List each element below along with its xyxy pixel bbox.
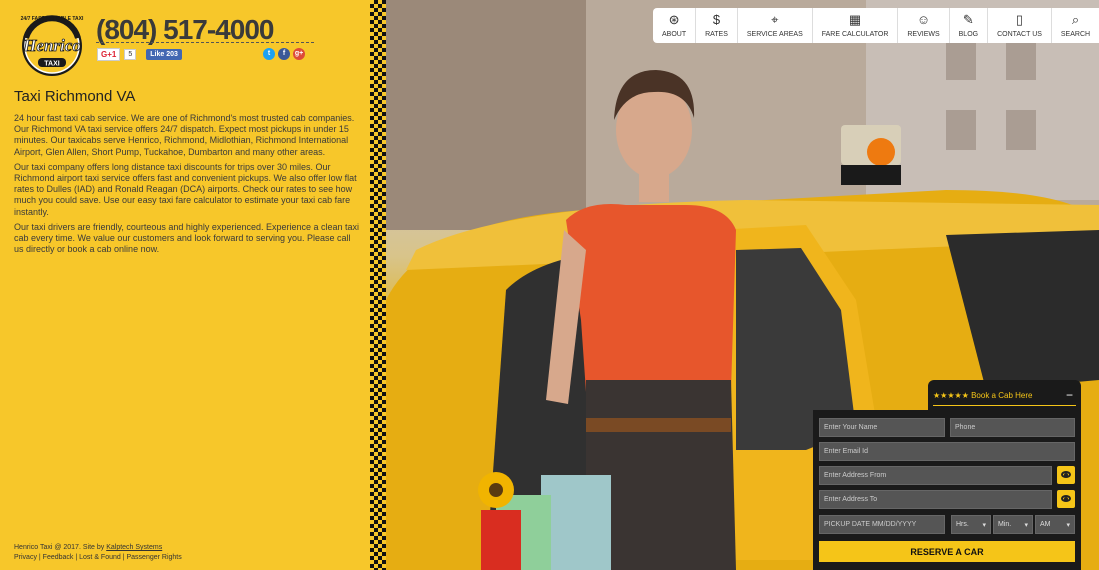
nav-label: SEARCH xyxy=(1060,31,1091,38)
nav-label: RATES xyxy=(705,31,728,38)
phone-field[interactable]: Phone xyxy=(950,418,1075,437)
book-cab-tab[interactable]: ★★★★★ Book a Cab Here − xyxy=(928,380,1081,410)
intro-text: 24 hour fast taxi cab service. We are on… xyxy=(14,113,359,259)
footer: Henrico Taxi @ 2017. Site by Kalptech Sy… xyxy=(14,544,182,561)
gplus-button[interactable]: G+1 xyxy=(97,48,121,61)
logo-sub: TAXI xyxy=(44,61,59,68)
reviews-icon: ☺ xyxy=(916,12,931,27)
address-from-field[interactable]: Enter Address From xyxy=(819,466,1052,485)
paragraph: 24 hour fast taxi cab service. We are on… xyxy=(14,113,355,157)
nav-item-blog[interactable]: ✎ BLOG xyxy=(950,8,989,43)
social-icons: t f g+ xyxy=(263,48,305,60)
map-pin-icon: ⌖ xyxy=(771,12,779,27)
tab-underline xyxy=(933,405,1076,406)
nav-item-rates[interactable]: $ RATES xyxy=(696,8,738,43)
left-panel: Henrico TAXI 24/7 FAST RELIABLE TAXI (80… xyxy=(0,0,370,570)
logo-tagline: 24/7 FAST RELIABLE TAXI xyxy=(21,16,84,22)
steering-wheel-icon: ⊛ xyxy=(668,12,680,27)
phone-icon: ▯ xyxy=(1015,12,1024,27)
name-field[interactable]: Enter Your Name xyxy=(819,418,945,437)
paragraph: Our taxi company offers long distance ta… xyxy=(14,161,357,217)
gplus-count: 5 xyxy=(124,49,137,60)
nav-label: SERVICE AREAS xyxy=(746,31,803,38)
hours-select[interactable]: Hrs. ▾ xyxy=(951,515,991,534)
pencil-icon: ✎ xyxy=(962,12,974,27)
chevron-down-icon: ▾ xyxy=(982,521,986,529)
collapse-icon[interactable]: − xyxy=(1066,388,1073,402)
minutes-select[interactable]: Min. ▾ xyxy=(993,515,1033,534)
eye-icon[interactable] xyxy=(1057,466,1075,484)
hours-value: Hrs. xyxy=(956,521,969,528)
google-plus-icon[interactable]: g+ xyxy=(293,48,305,60)
passenger-rights-link[interactable]: Passenger Rights xyxy=(127,554,182,561)
page-heading: Taxi Richmond VA xyxy=(14,88,136,105)
checker-strip xyxy=(370,0,386,570)
credit-link[interactable]: Kalptech Systems xyxy=(106,544,162,551)
nav-label: BLOG xyxy=(958,31,979,38)
paragraph: Our taxi drivers are friendly, courteous… xyxy=(14,221,360,255)
feedback-link[interactable]: Feedback xyxy=(43,554,74,561)
reserve-car-button[interactable]: RESERVE A CAR xyxy=(819,541,1075,562)
minutes-value: Min. xyxy=(998,521,1012,528)
search-icon: ⌕ xyxy=(1071,12,1080,27)
facebook-icon[interactable]: f xyxy=(278,48,290,60)
chevron-down-icon: ▾ xyxy=(1066,521,1070,529)
eye-icon[interactable] xyxy=(1057,490,1075,508)
pickup-date-field[interactable]: PICKUP DATE MM/DD/YYYY xyxy=(819,515,945,534)
nav-item-service-areas[interactable]: ⌖ SERVICE AREAS xyxy=(738,8,813,43)
book-cab-title: ★★★★★ Book a Cab Here xyxy=(933,391,1033,400)
logo-text: Henrico xyxy=(22,36,81,55)
nav-label: REVIEWS xyxy=(907,31,940,38)
chevron-down-icon: ▾ xyxy=(1024,521,1028,529)
nav-item-contact-us[interactable]: ▯ CONTACT US xyxy=(988,8,1052,43)
nav-item-fare-calculator[interactable]: ▦ FARE CALCULATOR xyxy=(813,8,899,43)
address-to-field[interactable]: Enter Address To xyxy=(819,490,1052,509)
privacy-link[interactable]: Privacy xyxy=(14,554,37,561)
nav-item-search[interactable]: ⌕ SEARCH xyxy=(1052,8,1099,43)
facebook-like-button[interactable]: Like 203 xyxy=(146,49,182,60)
ampm-value: AM xyxy=(1040,521,1051,528)
dollar-icon: $ xyxy=(712,12,721,27)
lost-found-link[interactable]: Lost & Found xyxy=(79,554,121,561)
email-field[interactable]: Enter Email Id xyxy=(819,442,1075,461)
nav-label: CONTACT US xyxy=(997,31,1042,38)
main-nav: ⊛ ABOUT $ RATES ⌖ SERVICE AREAS ▦ FARE C… xyxy=(653,8,1099,43)
ampm-select[interactable]: AM ▾ xyxy=(1035,515,1075,534)
henrico-taxi-logo[interactable]: Henrico TAXI 24/7 FAST RELIABLE TAXI xyxy=(12,8,92,78)
twitter-icon[interactable]: t xyxy=(263,48,275,60)
nav-label: ABOUT xyxy=(661,31,687,38)
social-share-buttons: G+1 5 Like 203 xyxy=(97,48,182,61)
nav-item-reviews[interactable]: ☺ REVIEWS xyxy=(898,8,950,43)
nav-label: FARE CALCULATOR xyxy=(821,31,889,38)
phone-underline xyxy=(96,42,314,43)
calculator-icon: ▦ xyxy=(848,12,862,27)
nav-item-about[interactable]: ⊛ ABOUT xyxy=(653,8,697,43)
copyright-text: Henrico Taxi @ 2017. Site by xyxy=(14,544,107,551)
